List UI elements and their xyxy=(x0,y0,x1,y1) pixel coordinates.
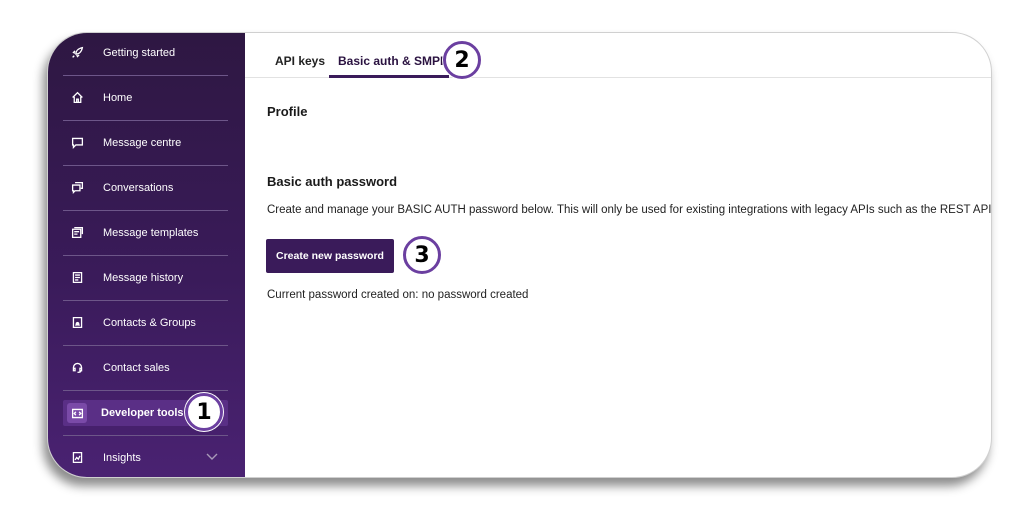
sidebar-item-message-centre[interactable]: Message centre xyxy=(63,120,228,165)
sidebar-item-contact-sales[interactable]: Contact sales xyxy=(63,345,228,390)
home-icon xyxy=(68,89,86,107)
sidebar-item-insights[interactable]: Insights xyxy=(63,435,228,477)
history-icon xyxy=(68,269,86,287)
insights-icon xyxy=(68,449,86,467)
contacts-icon xyxy=(68,314,86,332)
active-tab-indicator xyxy=(329,75,449,78)
sidebar-item-conversations[interactable]: Conversations xyxy=(63,165,228,210)
create-new-password-button[interactable]: Create new password xyxy=(266,239,394,273)
profile-heading: Profile xyxy=(267,104,308,119)
step-badge-3: 3 xyxy=(403,236,441,274)
code-icon xyxy=(67,403,87,423)
step-badge-2: 2 xyxy=(443,41,481,79)
sidebar-item-label: Message templates xyxy=(103,226,199,239)
basic-auth-description: Create and manage your BASIC AUTH passwo… xyxy=(267,204,992,216)
tab-basic-auth-smpp[interactable]: Basic auth & SMPP xyxy=(338,54,448,68)
chevron-down-icon[interactable] xyxy=(206,452,218,464)
sidebar-item-message-templates[interactable]: Message templates xyxy=(63,210,228,255)
headset-icon xyxy=(68,359,86,377)
sidebar-item-label: Message history xyxy=(103,271,184,284)
step-badge-1: 1 xyxy=(185,393,223,431)
sidebar-item-label: Developer tools xyxy=(101,407,184,419)
basic-auth-heading: Basic auth password xyxy=(267,174,398,189)
sidebar-item-home[interactable]: Home xyxy=(63,75,228,120)
divider xyxy=(63,390,228,391)
tab-bar: API keys Basic auth & SMPP xyxy=(245,33,991,78)
current-password-status: Current password created on: no password… xyxy=(267,289,529,301)
sidebar-item-label: Contacts & Groups xyxy=(103,316,196,329)
sidebar-item-label: Home xyxy=(103,91,133,104)
sidebar-item-label: Insights xyxy=(103,451,141,464)
sidebar-item-message-history[interactable]: Message history xyxy=(63,255,228,300)
tab-api-keys[interactable]: API keys xyxy=(275,54,325,68)
templates-icon xyxy=(68,224,86,242)
sidebar-item-label: Message centre xyxy=(103,136,182,149)
sidebar-item-label: Conversations xyxy=(103,181,174,194)
sidebar-item-label: Contact sales xyxy=(103,361,170,374)
main-content: API keys Basic auth & SMPP Profile Basic… xyxy=(245,33,991,477)
sidebar-item-label: Getting started xyxy=(103,46,176,59)
rocket-icon xyxy=(68,44,86,62)
sidebar-item-getting-started[interactable]: Getting started xyxy=(63,33,228,75)
conversations-icon xyxy=(68,179,86,197)
message-icon xyxy=(68,134,86,152)
sidebar-item-contacts-groups[interactable]: Contacts & Groups xyxy=(63,300,228,345)
